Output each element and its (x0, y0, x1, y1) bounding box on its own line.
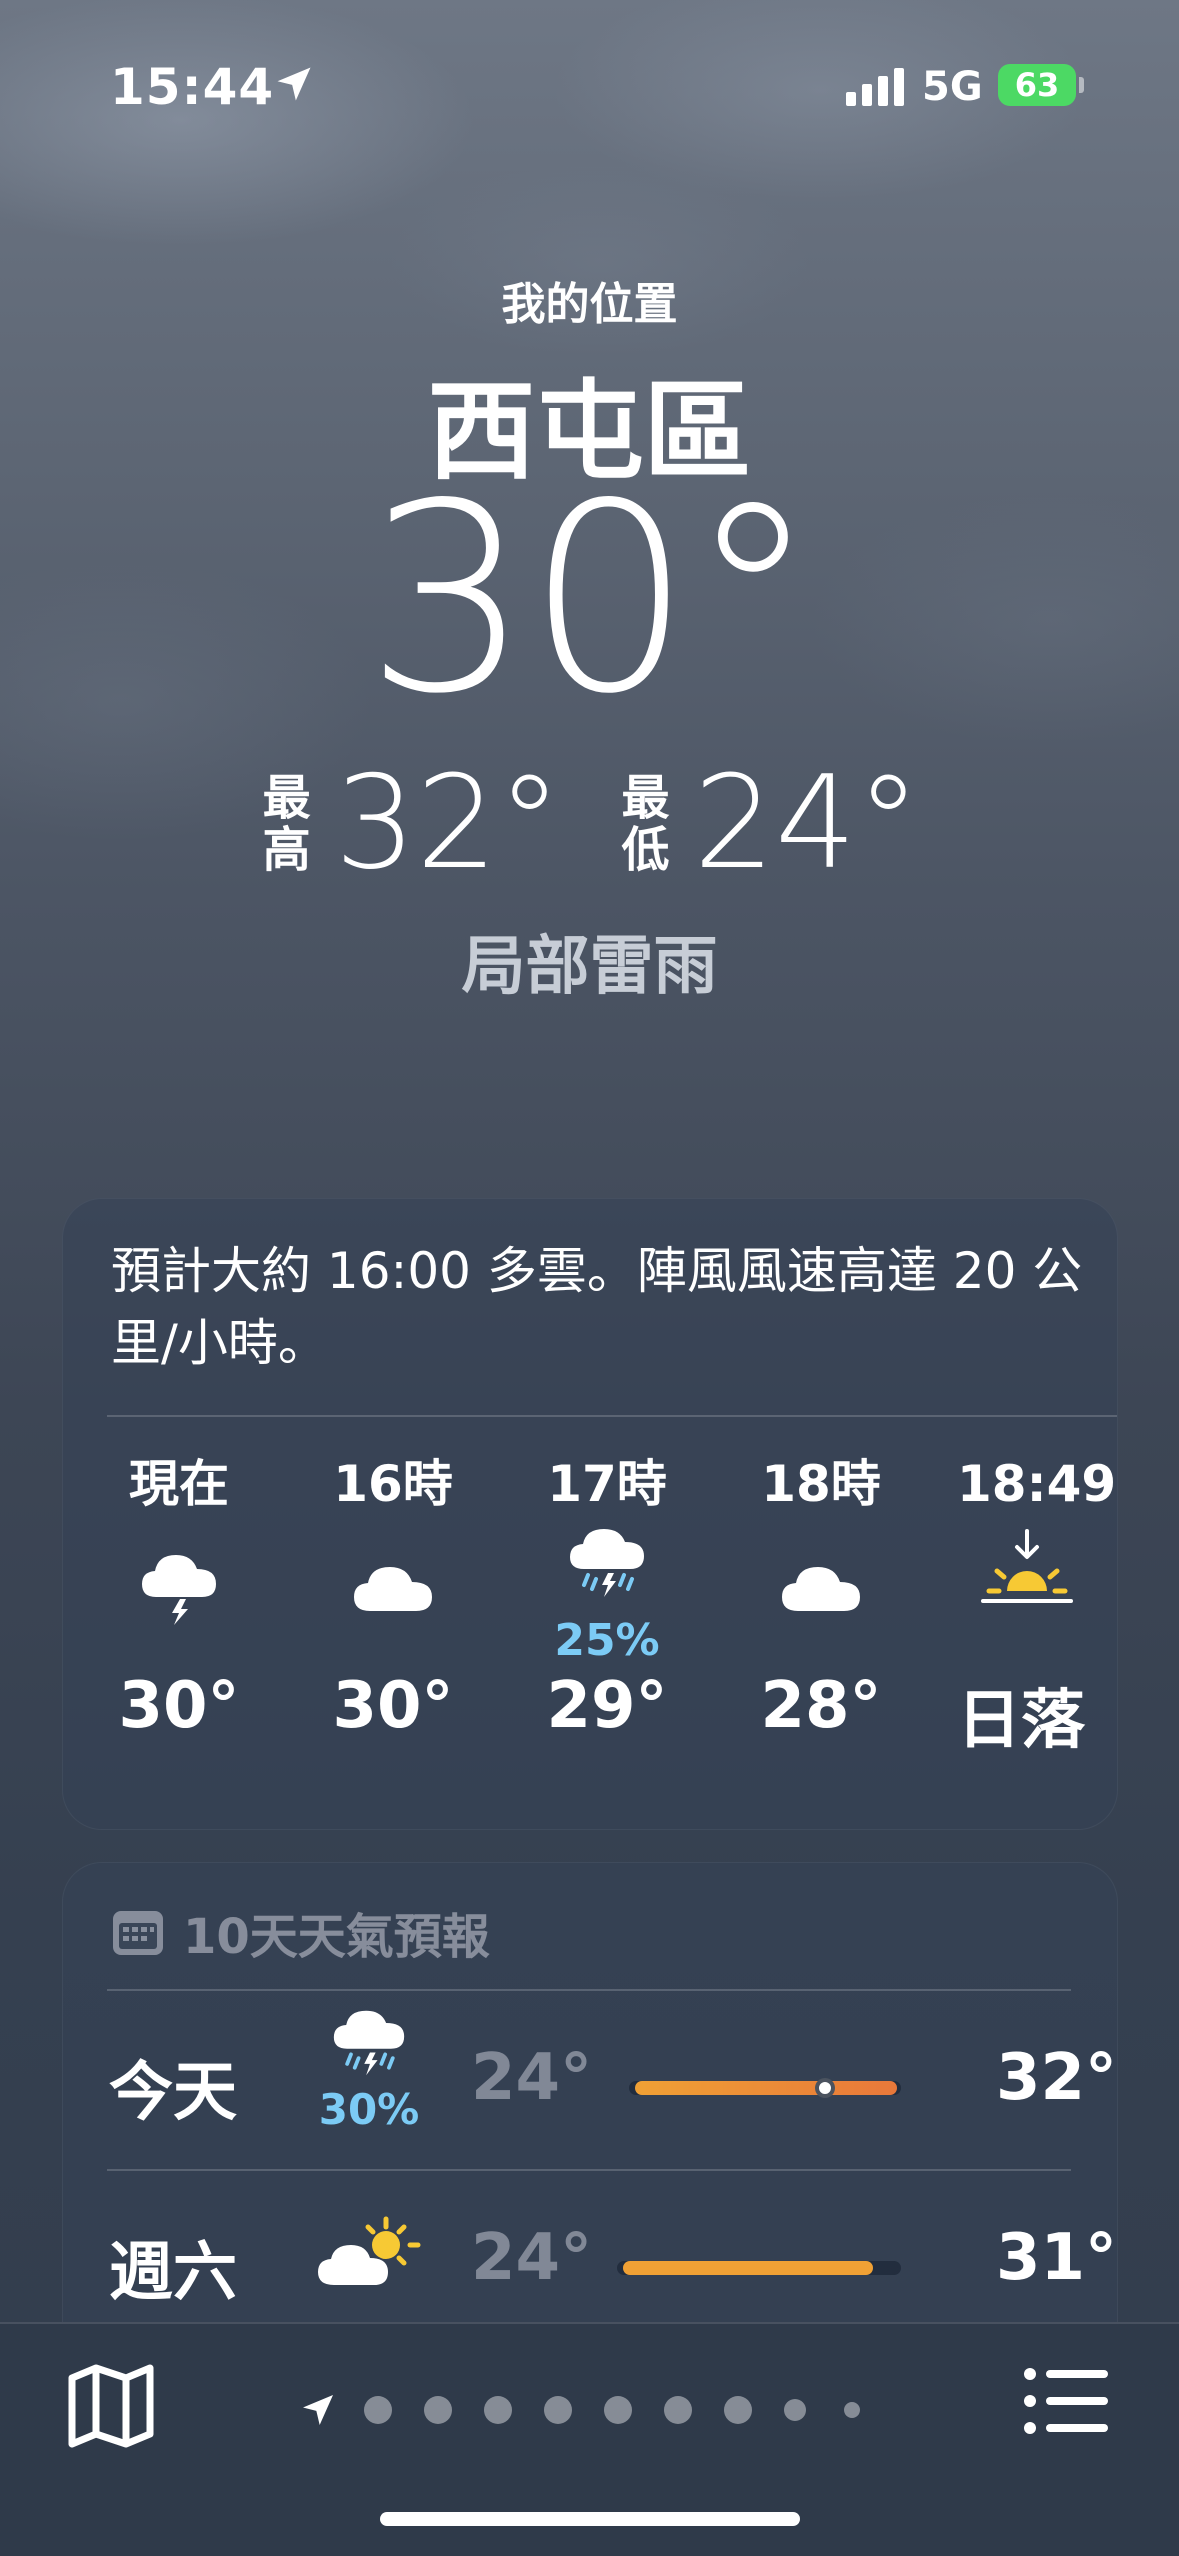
page-indicator[interactable] (298, 2390, 892, 2430)
page-dot[interactable] (724, 2396, 752, 2424)
day-weather (309, 2215, 429, 2299)
day-name: 週六 (109, 2236, 237, 2310)
hour-label: 18:49 (957, 1455, 1117, 1513)
status-bar: 15:44 5G 63 (0, 0, 1179, 150)
hour-temp: 29° (546, 1669, 668, 1743)
cloud-icon (354, 1567, 432, 1611)
ten-day-header: 10天天氣預報 (111, 1897, 490, 1967)
ten-day-title: 10天天氣預報 (183, 1909, 490, 1965)
battery-icon: 63 (998, 64, 1084, 106)
day-row[interactable]: 今天 30% 24° 32° (109, 1991, 1119, 2167)
hour-temp: 30° (118, 1669, 240, 1743)
hourly-forecast-card[interactable]: 預計大約 16:00 多雲。陣風風速高達 20 公里/小時。 現在 30° 16… (62, 1198, 1118, 1830)
forecast-summary: 預計大約 16:00 多雲。陣風風速高達 20 公里/小時。 (111, 1242, 1083, 1372)
hour-item: 18:49 日落 (929, 1449, 1119, 1761)
page-dot[interactable] (424, 2396, 452, 2424)
temp-range-bar (629, 2078, 901, 2098)
sunset-icon (981, 1529, 1073, 1603)
current-temperature: 30° (365, 449, 818, 751)
page-dot[interactable] (664, 2396, 692, 2424)
location-arrow-icon (303, 2395, 333, 2425)
precip-chance: 25% (554, 1615, 660, 1666)
map-icon[interactable] (66, 2364, 156, 2448)
low-temp: 24° (693, 749, 921, 898)
low-label: 最低 (621, 770, 670, 878)
temp-range-bar (617, 2261, 901, 2275)
page-dot[interactable] (784, 2399, 806, 2421)
hour-item: 18時 28° (721, 1449, 921, 1743)
day-high: 31° (995, 2221, 1117, 2295)
my-location-label: 我的位置 (501, 279, 678, 330)
thunder-rain-icon (333, 2010, 405, 2076)
hourly-list[interactable]: 現在 30° 16時 30° 17時 25% 29° 18時 28° 18:49… (109, 1449, 1119, 1809)
partly-sunny-icon (318, 2216, 421, 2285)
page-dot[interactable] (604, 2396, 632, 2424)
hour-item: 17時 25% 29° (507, 1449, 707, 1743)
day-row[interactable]: 週六 24° 31° (109, 2171, 1119, 2347)
day-weather: 30% (309, 2005, 429, 2134)
page-dot[interactable] (484, 2396, 512, 2424)
thunder-rain-icon (570, 1529, 644, 1597)
precip-chance: 30% (318, 2085, 420, 2134)
hour-label: 17時 (547, 1455, 667, 1513)
page-dot[interactable] (364, 2396, 392, 2424)
thunderstorm-icon (142, 1555, 216, 1625)
current-temp-marker (815, 2078, 835, 2098)
temp-range-fill (635, 2081, 897, 2095)
temp-range-fill (623, 2261, 873, 2275)
condition-text: 局部雷雨 (461, 930, 718, 1004)
hour-label: 16時 (333, 1455, 453, 1513)
hour-item: 現在 30° (79, 1449, 279, 1743)
day-low: 24° (471, 2221, 593, 2295)
home-indicator[interactable] (380, 2512, 800, 2526)
location-arrow-icon (277, 67, 311, 101)
divider (107, 1415, 1117, 1417)
page-dot[interactable] (544, 2396, 572, 2424)
high-label: 最高 (262, 770, 311, 878)
day-high: 32° (995, 2041, 1117, 2115)
list-icon[interactable] (1024, 2366, 1110, 2436)
network-type: 5G (922, 64, 983, 110)
high-low: 最高 32° 最低 24° (0, 760, 1179, 888)
status-time: 15:44 (110, 58, 275, 116)
day-low: 24° (471, 2041, 593, 2115)
cloud-icon (782, 1567, 860, 1611)
day-name: 今天 (109, 2056, 237, 2130)
hour-temp: 28° (760, 1669, 882, 1743)
calendar-icon (113, 1911, 163, 1955)
high-temp: 32° (334, 749, 562, 898)
hour-item: 16時 30° (293, 1449, 493, 1743)
hour-label: 18時 (761, 1455, 881, 1513)
hour-temp: 30° (332, 1669, 454, 1743)
page-dot[interactable] (844, 2402, 860, 2418)
sunset-label: 日落 (957, 1684, 1085, 1758)
cellular-signal-icon (846, 66, 904, 106)
hour-label: 現在 (129, 1455, 229, 1513)
battery-level: 63 (1014, 66, 1060, 104)
